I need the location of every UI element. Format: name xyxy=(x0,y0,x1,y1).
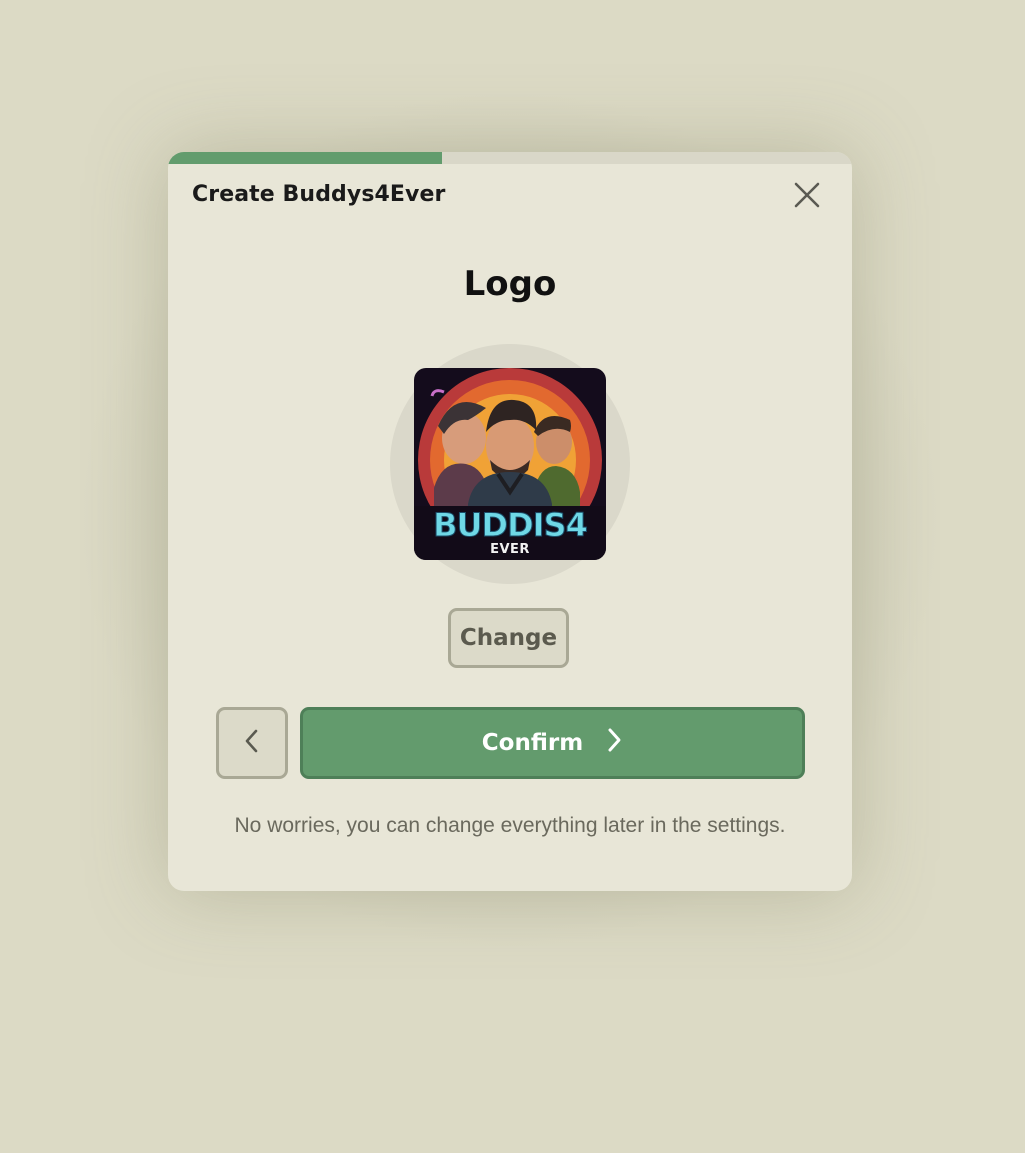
progress-bar-fill xyxy=(168,152,442,164)
chevron-left-icon xyxy=(242,728,262,758)
chevron-right-icon xyxy=(605,727,623,759)
create-dialog: Create Buddys4Ever Logo BUDDIS4 EVER Cha… xyxy=(168,152,852,891)
close-icon xyxy=(794,182,820,212)
confirm-button-label: Confirm xyxy=(481,730,584,756)
section-heading: Logo xyxy=(463,264,557,304)
settings-hint: No worries, you can change everything la… xyxy=(234,814,786,837)
logo-wordmark-sub: EVER xyxy=(490,542,530,557)
dialog-title: Create Buddys4Ever xyxy=(192,182,446,207)
change-logo-button[interactable]: Change xyxy=(448,608,569,668)
logo-wordmark: BUDDIS4 xyxy=(433,506,589,545)
back-button[interactable] xyxy=(216,707,288,779)
close-button[interactable] xyxy=(790,180,824,214)
confirm-button[interactable]: Confirm xyxy=(300,707,805,779)
progress-bar xyxy=(168,152,852,164)
logo-image: BUDDIS4 EVER xyxy=(414,368,606,560)
